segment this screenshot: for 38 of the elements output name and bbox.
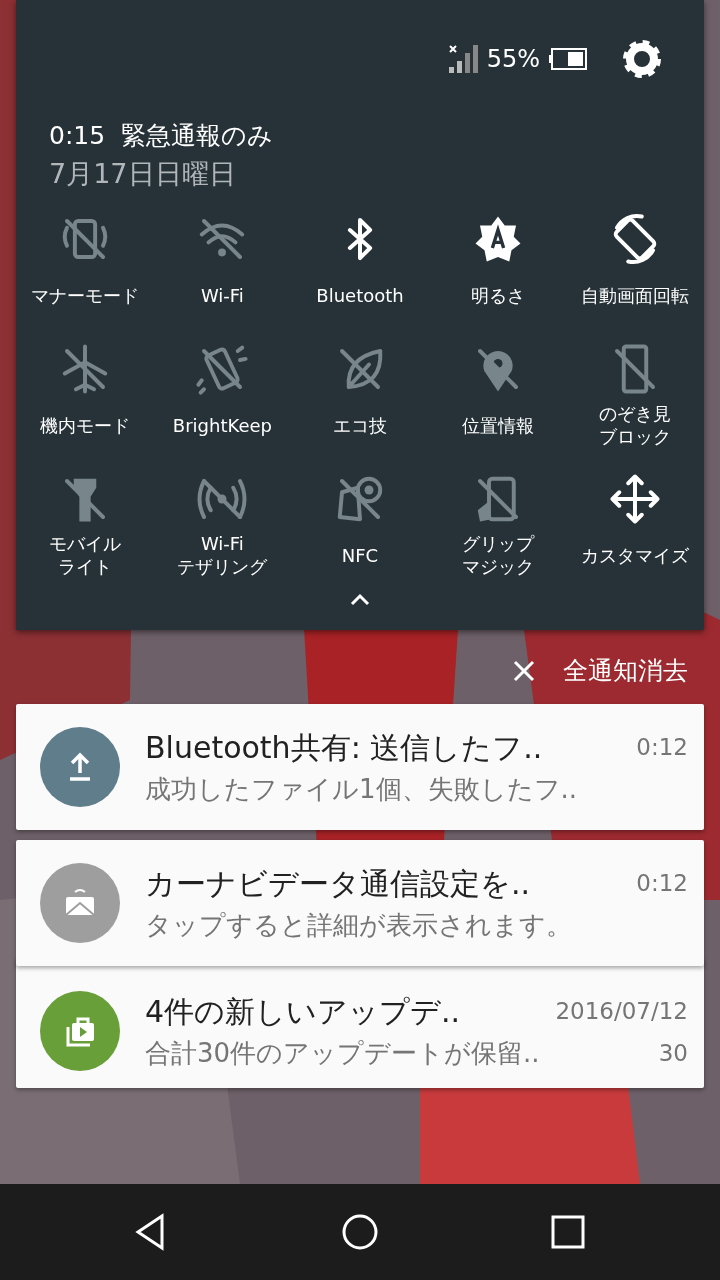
notification-title: 4件の新しいアップデ.. [145,992,461,1031]
carrier-label: 緊急通報のみ [121,120,274,152]
quick-setting-tile[interactable]: マナーモード [16,212,154,342]
settings-icon[interactable] [620,37,664,81]
quick-setting-tile[interactable]: エコ技 [291,342,429,472]
quick-setting-tile[interactable]: グリップ マジック [428,472,567,602]
battery-icon [548,47,588,71]
signal-icon [446,43,479,75]
notification-title: カーナビデータ通信設定を.. [145,864,531,903]
notification-card[interactable]: カーナビデータ通信設定を.. 0:12 タップすると詳細が表示されます。 [16,839,704,966]
clear-all-button[interactable]: 全通知消去 [513,652,688,690]
notification-text: タップすると詳細が表示されます。 [145,908,572,942]
quick-setting-tile[interactable]: のぞき見 ブロック [566,342,704,472]
notification-count: 30 [658,1038,688,1068]
notification-title: Bluetooth共有: 送信したフ.. [145,728,543,767]
battery-percentage: 55% [486,44,540,75]
quick-setting-tile[interactable]: BrightKeep [153,342,292,472]
quick-setting-tile[interactable]: Wi-Fi [153,212,292,342]
quick-setting-tile[interactable]: NFC [291,472,429,602]
notification-time: 2016/07/12 [555,996,688,1026]
notification-time: 0:12 [636,732,688,762]
quick-setting-tile[interactable]: 位置情報 [428,342,567,472]
quick-setting-tile[interactable]: モバイル ライト [16,472,154,602]
collapse-chevron-icon[interactable] [348,592,372,608]
quick-setting-tile[interactable]: カスタマイズ [566,472,704,602]
notification-text: 成功したファイル1個、失敗したフ.. [145,772,578,806]
home-icon[interactable] [340,1212,380,1252]
quick-setting-tile[interactable]: 明るさ [428,212,567,342]
notification-time: 0:12 [636,868,688,898]
quick-setting-tile[interactable]: 自動画面回転 [566,212,704,342]
quick-setting-tile[interactable]: Bluetooth [291,212,429,342]
notification-card[interactable]: Bluetooth共有: 送信したフ.. 0:12 成功したファイル1個、失敗したフ.. [16,703,704,830]
quick-setting-tile[interactable]: Wi-Fi テザリング [153,472,292,602]
close-icon [513,659,535,682]
date-label: 7月17日日曜日 [49,158,236,189]
clock-time: 0:15 [49,120,106,152]
notification-text: 合計30件のアップデートが保留.. [145,1036,540,1070]
quick-setting-tile[interactable]: 機内モード [16,342,154,472]
